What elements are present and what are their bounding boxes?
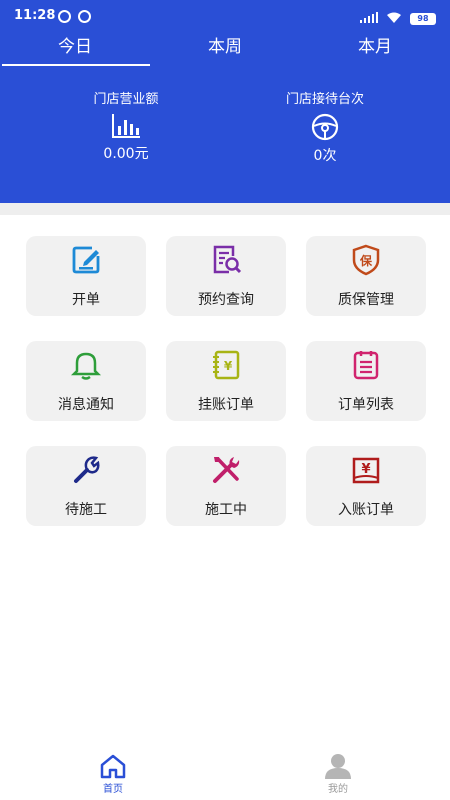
active-tab-indicator <box>2 64 150 66</box>
nav-label: 我的 <box>328 784 348 795</box>
menu-label: 质保管理 <box>338 292 394 308</box>
stat-value: 0次 <box>313 148 337 164</box>
bar-chart-icon <box>112 114 140 138</box>
edit-document-icon <box>72 246 100 274</box>
notification-icon <box>58 10 71 23</box>
menu-warranty-management[interactable]: 保 质保管理 <box>306 236 426 316</box>
menu-label: 施工中 <box>205 502 247 518</box>
menu-label: 开单 <box>72 292 100 308</box>
warranty-shield-icon: 保 <box>352 244 380 276</box>
svg-text:保: 保 <box>359 253 373 268</box>
period-tabs: 今日 本周 本月 <box>0 32 450 66</box>
svg-text:¥: ¥ <box>361 462 370 477</box>
nav-mine[interactable]: 我的 <box>298 745 378 795</box>
nav-home[interactable]: 首页 <box>73 745 153 795</box>
yen-notebook-icon: ¥ <box>213 350 240 380</box>
signal-icon <box>360 11 378 26</box>
nav-label: 首页 <box>103 784 123 795</box>
section-divider <box>0 203 450 215</box>
stat-revenue: 门店营业额 0.00元 <box>46 88 206 163</box>
yen-book-icon: ¥ <box>352 457 380 484</box>
tab-label: 本周 <box>208 37 242 57</box>
status-right: 98 <box>360 9 436 28</box>
user-icon <box>325 754 351 779</box>
menu-label: 预约查询 <box>198 292 254 308</box>
menu-notifications[interactable]: 消息通知 <box>26 341 146 421</box>
bottom-nav: 首页 我的 <box>0 745 450 800</box>
stat-reception: 门店接待台次 0次 <box>245 88 405 165</box>
stats-panel: 门店营业额 0.00元 门店接待台次 0次 <box>0 88 450 178</box>
menu-in-progress[interactable]: 施工中 <box>166 446 286 526</box>
home-icon <box>100 754 126 779</box>
order-list-icon <box>353 351 379 380</box>
status-bar: 11:28 98 <box>0 0 450 32</box>
status-time: 11:28 <box>14 8 56 23</box>
menu-appointment-query[interactable]: 预约查询 <box>166 236 286 316</box>
tab-today[interactable]: 今日 <box>0 32 150 66</box>
tab-label: 今日 <box>58 37 92 57</box>
menu-label: 入账订单 <box>338 502 394 518</box>
document-search-icon <box>213 245 242 274</box>
menu-open-order[interactable]: 开单 <box>26 236 146 316</box>
menu-order-list[interactable]: 订单列表 <box>306 341 426 421</box>
notification-icon <box>78 10 91 23</box>
tab-label: 本月 <box>358 37 392 57</box>
stat-label: 门店营业额 <box>93 92 159 107</box>
stat-label: 门店接待台次 <box>285 92 364 107</box>
menu-label: 订单列表 <box>338 397 394 413</box>
tab-month[interactable]: 本月 <box>300 32 450 66</box>
wrench-icon <box>74 456 100 483</box>
bell-icon <box>70 352 102 380</box>
steering-wheel-icon <box>311 113 339 141</box>
menu-label: 挂账订单 <box>198 397 254 413</box>
tools-crossed-icon <box>213 457 240 483</box>
battery-icon: 98 <box>410 12 436 25</box>
wifi-icon <box>386 9 402 28</box>
svg-text:¥: ¥ <box>224 359 233 373</box>
tab-week[interactable]: 本周 <box>150 32 300 66</box>
header: 11:28 98 今日 本周 本月 门店营业额 0.00元 门店接待台次 0次 <box>0 0 450 203</box>
menu-credit-orders[interactable]: ¥ 挂账订单 <box>166 341 286 421</box>
menu-posted-orders[interactable]: ¥ 入账订单 <box>306 446 426 526</box>
menu-pending-work[interactable]: 待施工 <box>26 446 146 526</box>
menu-label: 待施工 <box>65 502 107 518</box>
stat-value: 0.00元 <box>103 146 149 162</box>
menu-label: 消息通知 <box>58 397 114 413</box>
